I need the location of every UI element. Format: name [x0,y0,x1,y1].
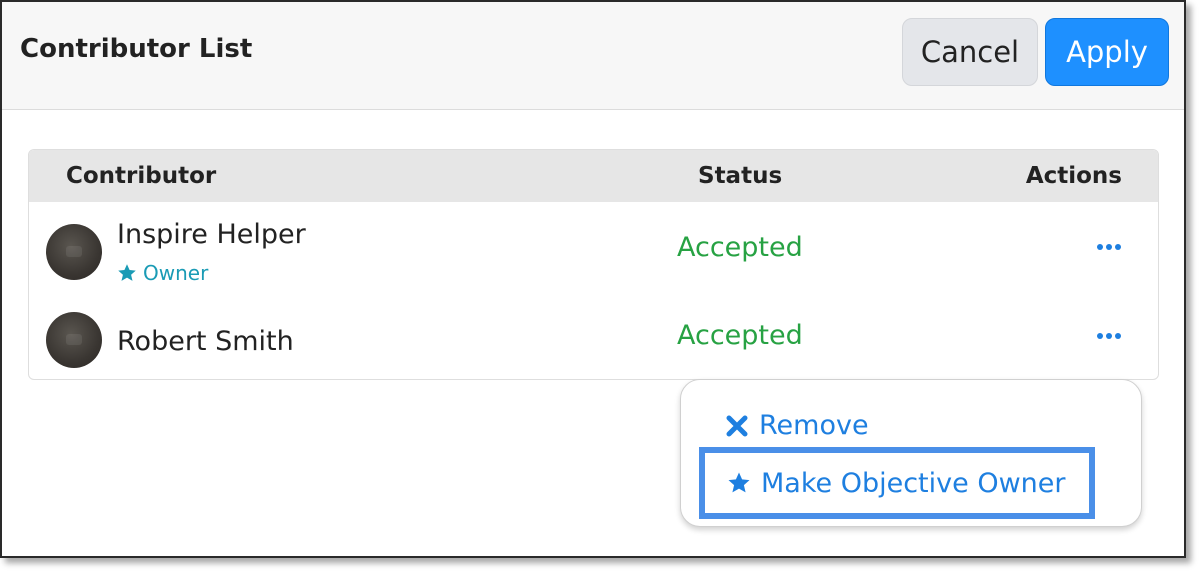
column-header-status: Status [698,163,783,189]
owner-label: Owner [143,261,209,285]
make-objective-owner-menu-item[interactable]: Make Objective Owner [699,447,1095,519]
make-objective-owner-label: Make Objective Owner [761,467,1066,499]
table-row: Robert Smith Accepted [29,292,1158,379]
table-header: Contributor Status Actions [29,150,1158,202]
status-text: Accepted [677,320,803,351]
avatar [46,312,102,368]
dialog-header: Contributor List Cancel Apply [2,2,1184,110]
column-header-actions: Actions [1025,163,1122,189]
table-row: Inspire Helper Owner Accepted [29,202,1158,292]
avatar [46,224,102,280]
column-header-contributor: Contributor [66,163,217,189]
contributor-name: Inspire Helper [117,219,306,250]
contributor-table: Contributor Status Actions Inspire Helpe… [28,149,1159,380]
status-text: Accepted [677,232,803,263]
star-icon [118,264,136,281]
remove-menu-item[interactable]: Remove [725,410,869,441]
contributor-dialog: Contributor List Cancel Apply Contributo… [0,0,1186,558]
actions-menu: Remove Make Objective Owner [680,379,1142,527]
cancel-button[interactable]: Cancel [902,18,1038,86]
star-icon [728,472,750,493]
contributor-name: Robert Smith [117,326,294,357]
apply-button[interactable]: Apply [1045,18,1169,86]
more-actions-icon[interactable] [1097,332,1121,340]
dialog-title: Contributor List [20,34,253,64]
remove-label: Remove [759,410,869,441]
owner-badge: Owner [117,261,208,285]
more-actions-icon[interactable] [1097,243,1121,251]
close-icon [726,415,748,436]
